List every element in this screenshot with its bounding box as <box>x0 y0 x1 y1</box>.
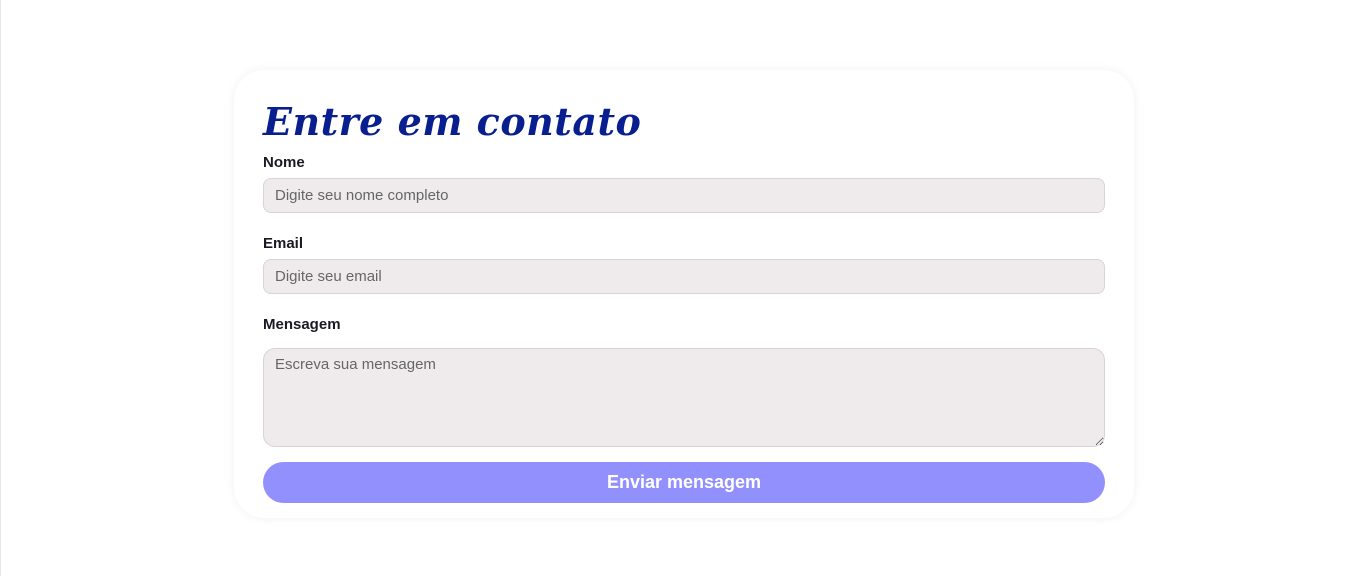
contact-form-card: Entre em contato Nome Email Mensagem Env… <box>234 70 1134 518</box>
form-title: Entre em contato <box>263 99 642 144</box>
name-input[interactable] <box>263 178 1105 213</box>
page: Entre em contato Nome Email Mensagem Env… <box>0 0 1366 576</box>
name-label: Nome <box>263 154 305 171</box>
name-field-group: Nome <box>263 154 1105 213</box>
send-message-button[interactable]: Enviar mensagem <box>263 462 1105 503</box>
email-label: Email <box>263 235 304 252</box>
message-textarea[interactable] <box>263 348 1105 447</box>
email-input[interactable] <box>263 259 1105 294</box>
message-label: Mensagem <box>263 316 341 333</box>
email-field-group: Email <box>263 235 1105 294</box>
message-field-group: Mensagem <box>263 316 1105 447</box>
